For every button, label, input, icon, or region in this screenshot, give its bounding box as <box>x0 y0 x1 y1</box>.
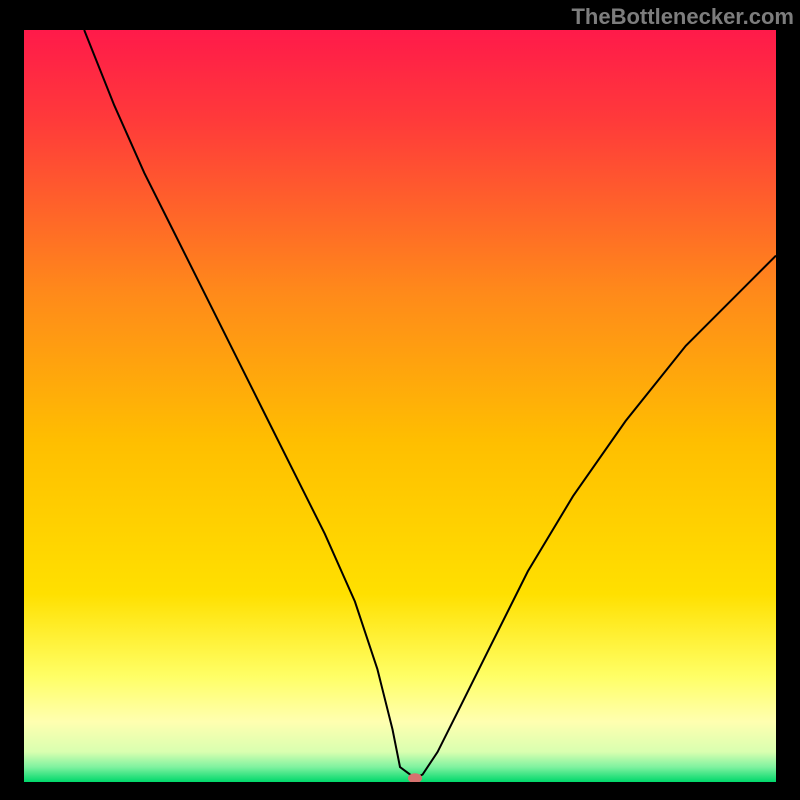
attribution-label: TheBottlenecker.com <box>571 4 794 30</box>
gradient-background <box>24 30 776 782</box>
chart-svg <box>24 30 776 782</box>
plot-area <box>24 30 776 782</box>
chart-frame: TheBottlenecker.com <box>0 0 800 800</box>
